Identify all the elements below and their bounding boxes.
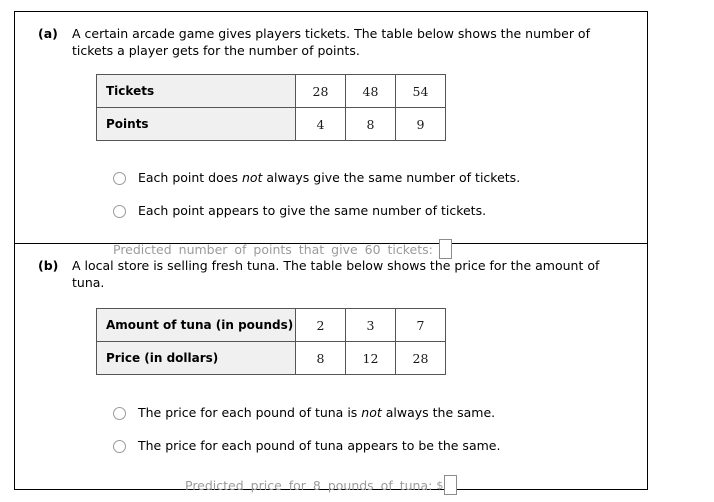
cell-price-2: 12: [345, 341, 396, 375]
radio-icon[interactable]: [113, 204, 126, 218]
choice-group-a: Each point does not always give the same…: [15, 141, 647, 221]
part-label-b: (b): [38, 258, 59, 273]
cell-tickets-3: 54: [395, 74, 446, 108]
row-header-tickets: Tickets: [96, 74, 296, 108]
choice-b-2-label: The price for each pound of tuna appears…: [138, 438, 501, 453]
prompt-text-a: A certain arcade game gives players tick…: [72, 26, 590, 58]
choice-b-1[interactable]: The price for each pound of tuna is not …: [113, 403, 647, 423]
worksheet-panel: (a) A certain arcade game gives players …: [14, 11, 648, 495]
cell-points-2: 8: [345, 107, 396, 141]
row-header-amount: Amount of tuna (in pounds): [96, 308, 296, 342]
choice-a-1-label: Each point does not always give the same…: [138, 170, 521, 185]
radio-icon[interactable]: [113, 406, 126, 420]
table-row: Points 4 8 9: [96, 107, 446, 141]
data-table-b: Amount of tuna (in pounds) 2 3 7 Price (…: [96, 308, 446, 375]
cell-amount-2: 3: [345, 308, 396, 342]
choice-a-2-label: Each point appears to give the same numb…: [138, 203, 487, 218]
currency-symbol: $: [436, 478, 444, 492]
prompt-row-b: (b) A local store is selling fresh tuna.…: [15, 244, 647, 291]
choice-b-1-label: The price for each pound of tuna is not …: [138, 405, 496, 420]
table-row: Tickets 28 48 54: [96, 74, 446, 108]
part-label-a: (a): [38, 26, 58, 41]
cell-tickets-1: 28: [295, 74, 346, 108]
choice-b-2[interactable]: The price for each pound of tuna appears…: [113, 436, 647, 456]
cell-amount-3: 7: [395, 308, 446, 342]
choice-a-2[interactable]: Each point appears to give the same numb…: [113, 201, 647, 221]
cell-price-3: 28: [395, 341, 446, 375]
cell-price-1: 8: [295, 341, 346, 375]
row-header-price: Price (in dollars): [96, 341, 296, 375]
choice-a-1[interactable]: Each point does not always give the same…: [113, 168, 647, 188]
table-row: Price (in dollars) 8 12 28: [96, 341, 446, 375]
row-header-points: Points: [96, 107, 296, 141]
radio-icon[interactable]: [113, 439, 126, 453]
cell-points-3: 9: [395, 107, 446, 141]
table-wrap-b: Amount of tuna (in pounds) 2 3 7 Price (…: [15, 291, 647, 375]
table-wrap-a: Tickets 28 48 54 Points 4 8 9: [15, 59, 647, 141]
question-part-a: (a) A certain arcade game gives players …: [15, 12, 647, 259]
cell-points-1: 4: [295, 107, 346, 141]
radio-icon[interactable]: [113, 171, 126, 185]
prompt-text-b: A local store is selling fresh tuna. The…: [72, 258, 600, 290]
table-row: Amount of tuna (in pounds) 2 3 7: [96, 308, 446, 342]
prompt-row-a: (a) A certain arcade game gives players …: [15, 12, 647, 59]
cell-tickets-2: 48: [345, 74, 396, 108]
predicted-answer-input-b[interactable]: [444, 475, 458, 495]
data-table-a: Tickets 28 48 54 Points 4 8 9: [96, 74, 446, 141]
predicted-label-b: Predicted price for 8 pounds of tuna:: [185, 477, 433, 493]
question-part-b: (b) A local store is selling fresh tuna.…: [15, 244, 647, 495]
cell-amount-1: 2: [295, 308, 346, 342]
choice-group-b: The price for each pound of tuna is not …: [15, 375, 647, 456]
predicted-row-b: Predicted price for 8 pounds of tuna: $: [15, 469, 647, 495]
